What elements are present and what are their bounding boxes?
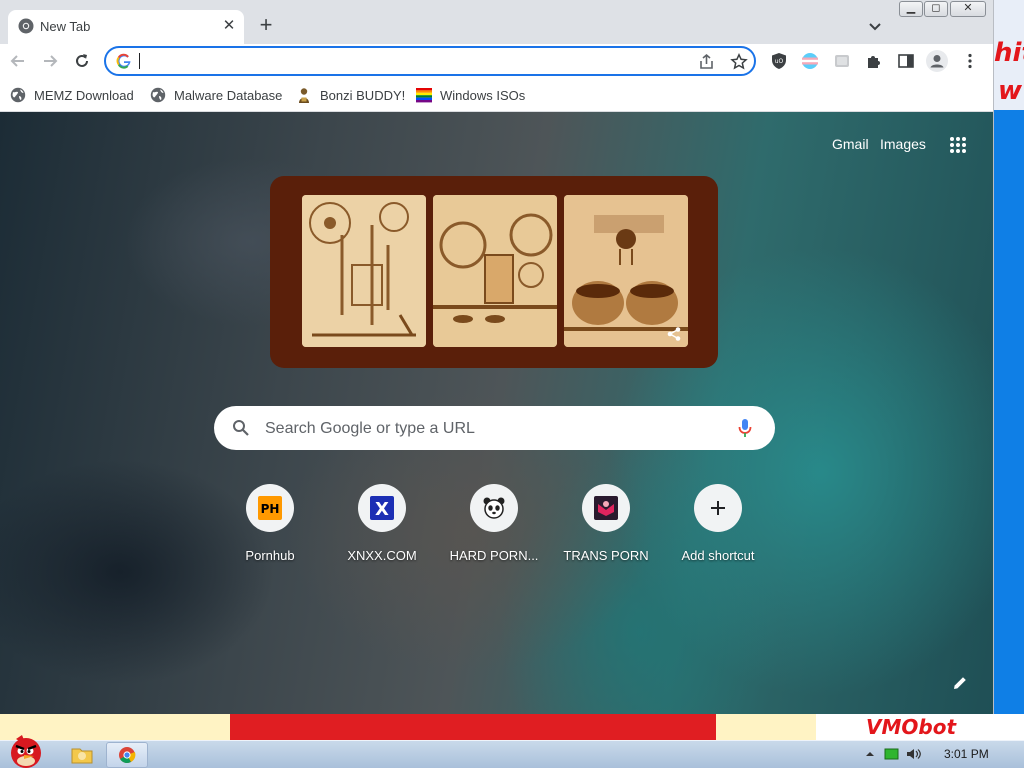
new-tab-plus-icon[interactable]: + (256, 14, 276, 36)
ph-logo-icon: PH (258, 496, 282, 520)
panda-icon (483, 497, 505, 519)
doodle-share-icon[interactable] (666, 326, 682, 342)
tray-battery-icon[interactable] (884, 747, 900, 761)
search-icon (233, 420, 249, 436)
toolbar: uO (0, 44, 993, 78)
shortcut-label: Pornhub (245, 548, 295, 563)
shortcut-label: XNXX.COM (347, 548, 417, 563)
shortcut-tile[interactable]: X XNXX.COM (326, 484, 438, 574)
shortcut-tile[interactable]: HARD PORN... (438, 484, 550, 574)
search-placeholder: Search Google or type a URL (265, 420, 475, 437)
wallpaper-scrawl-1: hit (994, 38, 1024, 68)
chrome-icon (18, 18, 34, 34)
tab-new-tab[interactable]: New Tab ✕ (8, 10, 244, 44)
maximize-button[interactable]: ◻ (924, 1, 948, 17)
svg-text:PH: PH (261, 502, 280, 516)
images-link[interactable]: Images (880, 136, 926, 152)
trans-site-icon (594, 496, 618, 520)
shortcut-icon-circle (582, 484, 630, 532)
google-doodle[interactable] (270, 176, 718, 368)
desktop-wallpaper-right: hit w (994, 0, 1024, 720)
address-bar[interactable] (104, 46, 756, 76)
reload-icon[interactable] (72, 51, 92, 71)
chevron-down-icon[interactable] (866, 17, 884, 35)
forward-arrow-icon[interactable] (40, 51, 60, 71)
bonzi-icon (299, 88, 309, 103)
tab-title: New Tab (40, 19, 91, 34)
shortcut-label: HARD PORN... (449, 548, 539, 563)
shortcut-icon-circle (470, 484, 518, 532)
globe-icon (10, 87, 26, 103)
address-input-caret (139, 53, 140, 69)
share-icon[interactable] (698, 53, 716, 71)
tab-strip: New Tab ✕ + ▁ ◻ ✕ (0, 0, 993, 44)
svg-text:uO: uO (775, 58, 784, 65)
add-shortcut-button[interactable]: Add shortcut (662, 484, 774, 574)
desktop-wallpaper-bottom: VMObot (0, 714, 1024, 740)
wallpaper-scrawl-bottom: VMObot (866, 715, 956, 739)
shortcut-label: TRANS PORN (563, 548, 649, 563)
wallpaper-scrawl-2: w (998, 76, 1023, 106)
microphone-icon[interactable] (737, 418, 753, 438)
back-arrow-icon[interactable] (8, 51, 28, 71)
bookmark-label: MEMZ Download (34, 87, 134, 103)
extension-gray-icon[interactable] (833, 52, 851, 70)
wallpaper-blue-band (994, 110, 1024, 720)
shortcut-tile[interactable]: TRANS PORN (550, 484, 662, 574)
start-button-angry-bird-icon[interactable] (4, 731, 48, 768)
doodle-panel-2 (433, 195, 557, 347)
star-bookmark-icon[interactable] (730, 53, 748, 71)
shortcut-icon-circle: X (358, 484, 406, 532)
file-explorer-icon[interactable] (62, 742, 102, 768)
google-g-icon (116, 53, 131, 69)
shortcut-icon-circle: PH (246, 484, 294, 532)
taskbar: 3:01 PM (0, 735, 1024, 768)
tab-close-icon[interactable]: ✕ (220, 17, 238, 35)
chrome-icon (119, 747, 136, 763)
person-icon (930, 55, 944, 68)
bookmark-malware-database[interactable]: Malware Database (150, 85, 282, 105)
bookmark-memz-download[interactable]: MEMZ Download (10, 85, 134, 105)
doodle-panel-1 (302, 195, 426, 347)
shortcut-label: Add shortcut (681, 548, 755, 563)
globe-icon (150, 87, 166, 103)
tray-volume-icon[interactable] (906, 747, 922, 761)
google-search-box[interactable]: Search Google or type a URL (214, 406, 775, 450)
close-window-button[interactable]: ✕ (950, 1, 986, 17)
svg-text:X: X (375, 499, 389, 520)
plus-icon (711, 501, 725, 515)
browser-window: New Tab ✕ + ▁ ◻ ✕ uO MEMZ Download Malwa… (0, 0, 994, 714)
taskbar-chrome-button[interactable] (106, 742, 148, 768)
puzzle-extensions-icon[interactable] (865, 52, 883, 70)
taskbar-clock[interactable]: 3:01 PM (944, 747, 989, 761)
shortcut-tile[interactable]: PH Pornhub (214, 484, 326, 574)
bookmarks-bar: MEMZ Download Malware Database Bonzi BUD… (0, 78, 993, 112)
rainbow-flag-icon (416, 88, 432, 103)
new-tab-page: Gmail Images Search Google or type a URL… (0, 112, 993, 714)
side-panel-icon[interactable] (897, 52, 915, 70)
kebab-menu-icon[interactable] (961, 52, 979, 70)
x-logo-icon: X (370, 496, 394, 520)
pencil-customize-icon[interactable] (951, 674, 969, 692)
bookmark-windows-isos[interactable]: Windows ISOs (416, 85, 525, 105)
bookmark-label: Windows ISOs (440, 87, 526, 103)
gmail-link[interactable]: Gmail (832, 136, 869, 152)
profile-avatar[interactable] (926, 50, 948, 72)
doodle-panel-3 (564, 195, 688, 347)
bookmark-label: Bonzi BUDDY! (320, 87, 406, 103)
shortcut-icon-circle (694, 484, 742, 532)
bookmark-bonzi-buddy[interactable]: Bonzi BUDDY! (296, 85, 405, 105)
apps-grid-icon[interactable] (949, 136, 967, 154)
minimize-button[interactable]: ▁ (899, 1, 923, 17)
trans-flag-extension-icon[interactable] (801, 52, 819, 70)
bookmark-label: Malware Database (174, 87, 283, 103)
tray-expand-arrow-icon[interactable] (862, 747, 878, 761)
ublock-shield-icon[interactable]: uO (770, 52, 788, 70)
